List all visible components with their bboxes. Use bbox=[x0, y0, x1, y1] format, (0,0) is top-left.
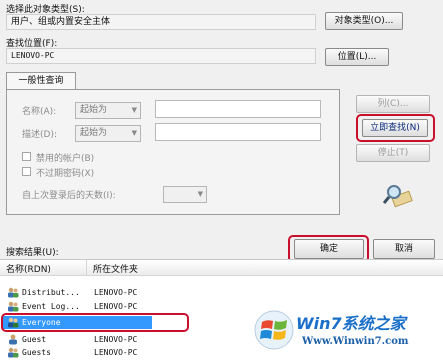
disabled-accounts-label: 禁用的帐户(B) bbox=[36, 154, 95, 164]
name-condition-value: 起始为 bbox=[80, 105, 108, 115]
days-since-login-combo[interactable]: ▼ bbox=[163, 186, 207, 203]
column-header-folder[interactable]: 所在文件夹 bbox=[93, 262, 138, 275]
watermark: Win7系统之家 Www.Winwin7.com bbox=[248, 300, 443, 359]
columns-button[interactable]: 列(C)... bbox=[356, 95, 430, 113]
days-since-login-label: 自上次登录后的天数(I): bbox=[22, 191, 116, 201]
watermark-brand: Win7系统之家 bbox=[296, 314, 406, 333]
search-icon bbox=[383, 185, 413, 208]
row-folder: LENOVO-PC bbox=[94, 288, 138, 297]
non-expiring-password-checkbox[interactable] bbox=[22, 167, 31, 176]
find-now-highlight bbox=[356, 114, 435, 142]
description-condition-value: 起始为 bbox=[80, 128, 108, 138]
row-folder: LENOVO-PC bbox=[94, 302, 138, 311]
disabled-accounts-checkbox[interactable] bbox=[22, 152, 31, 161]
group-icon bbox=[8, 301, 19, 312]
table-header: 名称(RDN) 所在文件夹 bbox=[0, 260, 443, 276]
row-name: Guest bbox=[22, 335, 47, 344]
chevron-down-icon: ▼ bbox=[131, 106, 137, 114]
tab-general-query[interactable]: 一般性查询 bbox=[6, 72, 76, 90]
description-label: 描述(D): bbox=[22, 130, 57, 140]
chevron-down-icon: ▼ bbox=[197, 190, 203, 198]
stop-button[interactable]: 停止(T) bbox=[356, 144, 430, 162]
location-field: LENOVO-PC bbox=[6, 48, 316, 64]
chevron-down-icon: ▼ bbox=[131, 129, 137, 137]
group-icon bbox=[8, 347, 19, 358]
description-condition-combo[interactable]: 起始为 ▼ bbox=[75, 125, 141, 142]
row-name: Event Log... bbox=[22, 302, 80, 311]
object-type-field: 用户、组或内置安全主体 bbox=[6, 14, 316, 30]
group-icon bbox=[8, 287, 19, 298]
object-types-button[interactable]: 对象类型(O)... bbox=[325, 12, 403, 30]
non-expiring-password-label: 不过期密码(X) bbox=[36, 169, 95, 179]
cancel-button[interactable]: 取消 bbox=[373, 239, 435, 259]
name-condition-combo[interactable]: 起始为 ▼ bbox=[75, 102, 141, 119]
user-icon bbox=[9, 334, 17, 345]
row-name: Distribut... bbox=[22, 288, 80, 297]
name-input[interactable] bbox=[155, 100, 321, 118]
search-results-label: 搜索结果(U): bbox=[6, 248, 59, 258]
row-folder: LENOVO-PC bbox=[94, 335, 138, 344]
row-folder: LENOVO-PC bbox=[94, 348, 138, 357]
description-input[interactable] bbox=[155, 123, 321, 141]
locations-button[interactable]: 位置(L)... bbox=[325, 48, 389, 66]
column-header-name[interactable]: 名称(RDN) bbox=[6, 262, 51, 275]
row-name: Guests bbox=[22, 348, 51, 357]
name-label: 名称(A): bbox=[22, 107, 57, 117]
windows-logo-icon bbox=[254, 310, 294, 350]
table-row[interactable]: Distribut... LENOVO-PC bbox=[2, 286, 442, 299]
everyone-highlight bbox=[1, 313, 189, 332]
watermark-url: Www.Winwin7.com bbox=[302, 336, 409, 347]
column-divider bbox=[86, 260, 87, 275]
